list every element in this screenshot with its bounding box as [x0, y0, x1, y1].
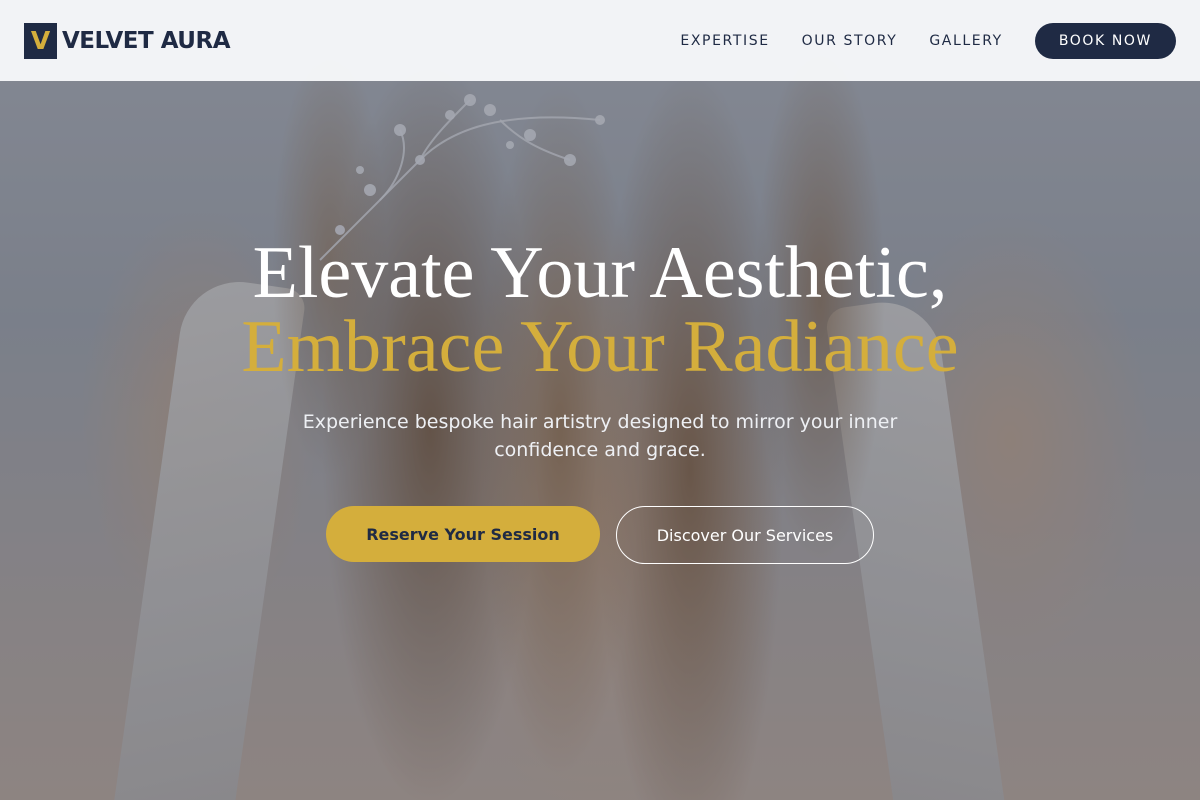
nav-link-our-story[interactable]: OUR STORY	[802, 33, 898, 49]
logo-mark: V	[24, 22, 57, 59]
brand-logo[interactable]: V VELVET AURA	[24, 22, 231, 59]
headline-line-1: Elevate Your Aesthetic,	[252, 232, 948, 314]
site-header: V VELVET AURA EXPERTISE OUR STORY GALLER…	[0, 0, 1200, 81]
brand-name: VELVET AURA	[62, 27, 231, 54]
hero-subtitle: Experience bespoke hair artistry designe…	[302, 411, 898, 461]
reserve-session-button[interactable]: Reserve Your Session	[326, 506, 600, 562]
discover-services-button[interactable]: Discover Our Services	[616, 506, 874, 564]
hero-section: Elevate Your Aesthetic, Embrace Your Rad…	[0, 236, 1200, 564]
headline-line-2: Embrace Your Radiance	[241, 306, 959, 388]
cta-row: Reserve Your Session Discover Our Servic…	[0, 506, 1200, 564]
nav-link-gallery[interactable]: GALLERY	[929, 33, 1002, 49]
book-now-button[interactable]: BOOK NOW	[1034, 22, 1176, 59]
nav-link-expertise[interactable]: EXPERTISE	[680, 33, 769, 49]
hero-headline: Elevate Your Aesthetic, Embrace Your Rad…	[0, 236, 1200, 384]
main-nav: EXPERTISE OUR STORY GALLERY BOOK NOW	[680, 22, 1176, 59]
